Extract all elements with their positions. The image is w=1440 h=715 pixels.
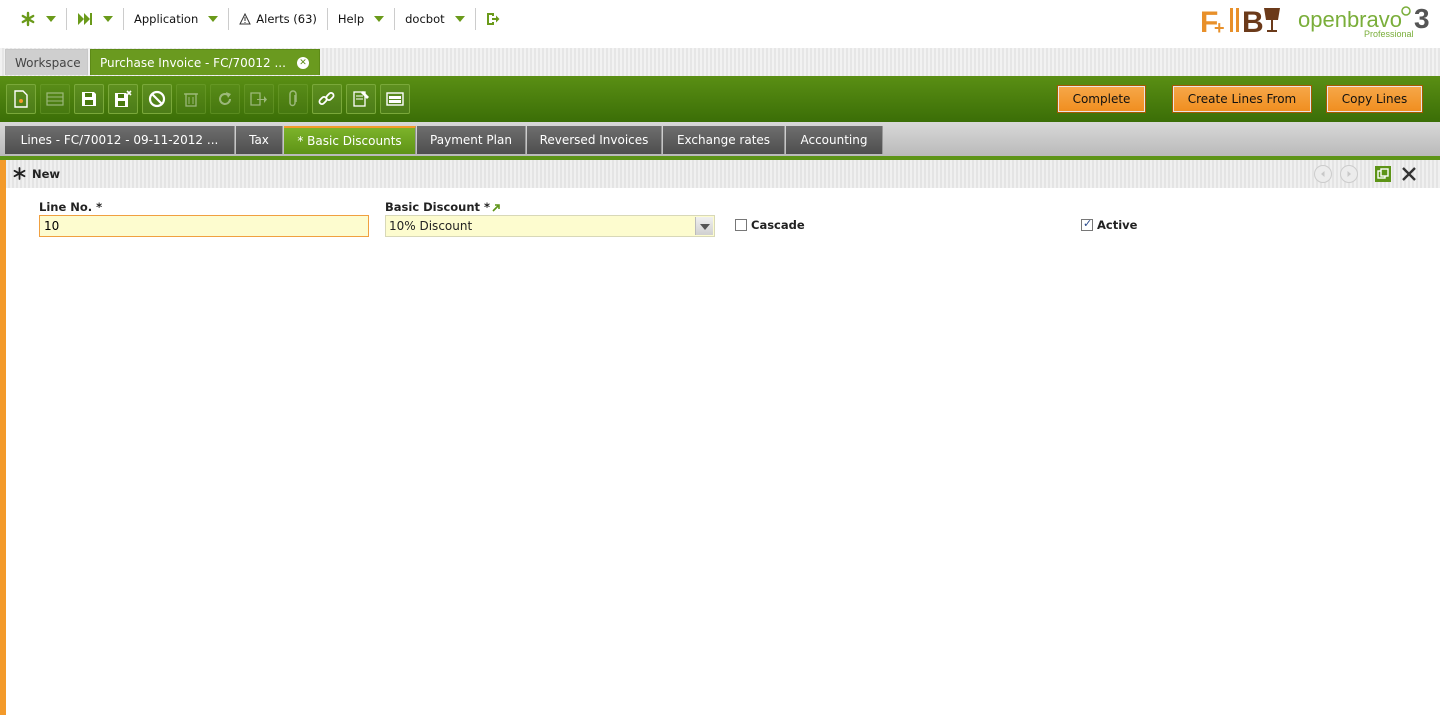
- refresh-button[interactable]: [210, 84, 240, 114]
- chevron-left-icon: [1321, 171, 1325, 177]
- alerts-label[interactable]: Alerts (63): [256, 12, 317, 26]
- quick-launch-icon[interactable]: [20, 11, 36, 27]
- user-name[interactable]: docbot: [405, 12, 445, 26]
- save-close-button[interactable]: [108, 84, 138, 114]
- form-view-icon: [386, 92, 404, 106]
- paperclip-icon: [289, 90, 297, 107]
- document-tools-icon: [353, 91, 369, 107]
- previous-record-button[interactable]: [1314, 165, 1332, 183]
- chevron-down-icon[interactable]: [374, 16, 385, 22]
- svg-text:B: B: [1242, 6, 1264, 36]
- application-menu-label[interactable]: Application: [134, 12, 198, 26]
- alerts-link[interactable]: Alerts (63): [229, 8, 328, 30]
- link-button[interactable]: [312, 84, 342, 114]
- new-document-icon: [14, 90, 28, 108]
- basic-discount-value: 10% Discount: [389, 219, 473, 233]
- active-section-indicator: [0, 160, 6, 715]
- refresh-icon: [219, 92, 231, 105]
- main-menu: Application Alerts (63) Help docbot: [10, 8, 510, 30]
- help-menu[interactable]: Help: [328, 8, 396, 30]
- child-tab-bar: Lines - FC/70012 - 09-11-2012 ... Tax * …: [0, 122, 1440, 158]
- svg-text:+: +: [1214, 18, 1225, 36]
- chevron-down-icon[interactable]: [454, 16, 465, 22]
- window-tab-bar: Workspace Purchase Invoice - FC/70012 ..…: [0, 48, 1440, 76]
- tab-purchase-invoice-label[interactable]: Purchase Invoice - FC/70012 ...: [100, 56, 286, 70]
- close-form-icon[interactable]: [1400, 165, 1418, 183]
- save-close-icon: [115, 90, 132, 107]
- basic-discount-label: Basic Discount *: [385, 200, 491, 214]
- link-arrow-icon[interactable]: [492, 203, 500, 212]
- logout-button[interactable]: [476, 8, 510, 30]
- maximize-icon[interactable]: [1374, 165, 1392, 183]
- chevron-down-icon[interactable]: [46, 16, 56, 22]
- tab-tax[interactable]: Tax: [236, 126, 283, 154]
- svg-text:Professional: Professional: [1364, 29, 1414, 39]
- delete-button[interactable]: [176, 84, 206, 114]
- create-lines-from-button[interactable]: Create Lines From: [1172, 85, 1312, 113]
- cascade-checkbox[interactable]: [735, 219, 747, 231]
- new-record-icon: [13, 167, 26, 180]
- active-checkbox[interactable]: [1081, 217, 1093, 231]
- fast-forward-icon[interactable]: [77, 12, 93, 26]
- quick-launch-menu[interactable]: [10, 8, 67, 30]
- new-row-button[interactable]: [40, 84, 70, 114]
- record-toolbar: Complete Create Lines From Copy Lines: [0, 76, 1440, 122]
- fb-logo: F + B: [1200, 6, 1280, 36]
- tab-purchase-invoice[interactable]: Purchase Invoice - FC/70012 ... ✕: [90, 49, 320, 75]
- chevron-right-icon: [1347, 171, 1351, 177]
- line-no-label: Line No. *: [39, 200, 103, 214]
- tab-basic-discounts[interactable]: * Basic Discounts: [284, 126, 416, 154]
- tab-accounting[interactable]: Accounting: [786, 126, 883, 154]
- grid-rows-icon: [46, 92, 64, 106]
- cascade-label: Cascade: [751, 218, 805, 232]
- copy-lines-button[interactable]: Copy Lines: [1326, 85, 1423, 113]
- trash-icon: [184, 93, 198, 107]
- link-icon: [318, 92, 335, 105]
- save-icon: [82, 92, 96, 106]
- dropdown-arrow-icon[interactable]: [695, 217, 713, 235]
- svg-text:3: 3: [1414, 3, 1430, 34]
- chevron-down-icon[interactable]: [103, 16, 113, 22]
- undo-button[interactable]: [142, 84, 172, 114]
- attachment-button[interactable]: [278, 84, 308, 114]
- tab-workspace[interactable]: Workspace: [5, 49, 88, 75]
- warning-icon: [239, 13, 252, 25]
- tab-payment-plan[interactable]: Payment Plan: [417, 126, 526, 154]
- tab-lines[interactable]: Lines - FC/70012 - 09-11-2012 ...: [5, 126, 235, 154]
- user-profile-menu[interactable]: docbot: [395, 8, 476, 30]
- application-menu[interactable]: Application: [124, 8, 230, 30]
- save-button[interactable]: [74, 84, 104, 114]
- tab-exchange-rates[interactable]: Exchange rates: [663, 126, 785, 154]
- logout-icon[interactable]: [486, 12, 500, 26]
- top-navigation-bar: Application Alerts (63) Help docbot F + …: [0, 0, 1440, 48]
- complete-button[interactable]: Complete: [1057, 85, 1146, 113]
- quick-create-menu[interactable]: [67, 8, 124, 30]
- cancel-icon: [148, 90, 166, 108]
- chevron-down-icon[interactable]: [208, 16, 219, 22]
- active-label: Active: [1097, 218, 1138, 232]
- record-status-bar: New: [6, 160, 1440, 188]
- help-menu-label[interactable]: Help: [338, 12, 364, 26]
- line-no-input[interactable]: [39, 215, 369, 237]
- export-button[interactable]: [244, 84, 274, 114]
- next-record-button[interactable]: [1340, 165, 1358, 183]
- export-icon: [250, 92, 267, 106]
- basic-discount-select[interactable]: 10% Discount: [385, 215, 715, 237]
- toggle-view-button[interactable]: [380, 84, 410, 114]
- tab-reversed-invoices[interactable]: Reversed Invoices: [527, 126, 662, 154]
- new-document-button[interactable]: [6, 84, 36, 114]
- close-tab-icon[interactable]: ✕: [297, 57, 309, 69]
- audit-trail-button[interactable]: [346, 84, 376, 114]
- openbravo-logo: openbravo 3 Professional: [1298, 3, 1430, 39]
- record-status-label: New: [32, 167, 61, 181]
